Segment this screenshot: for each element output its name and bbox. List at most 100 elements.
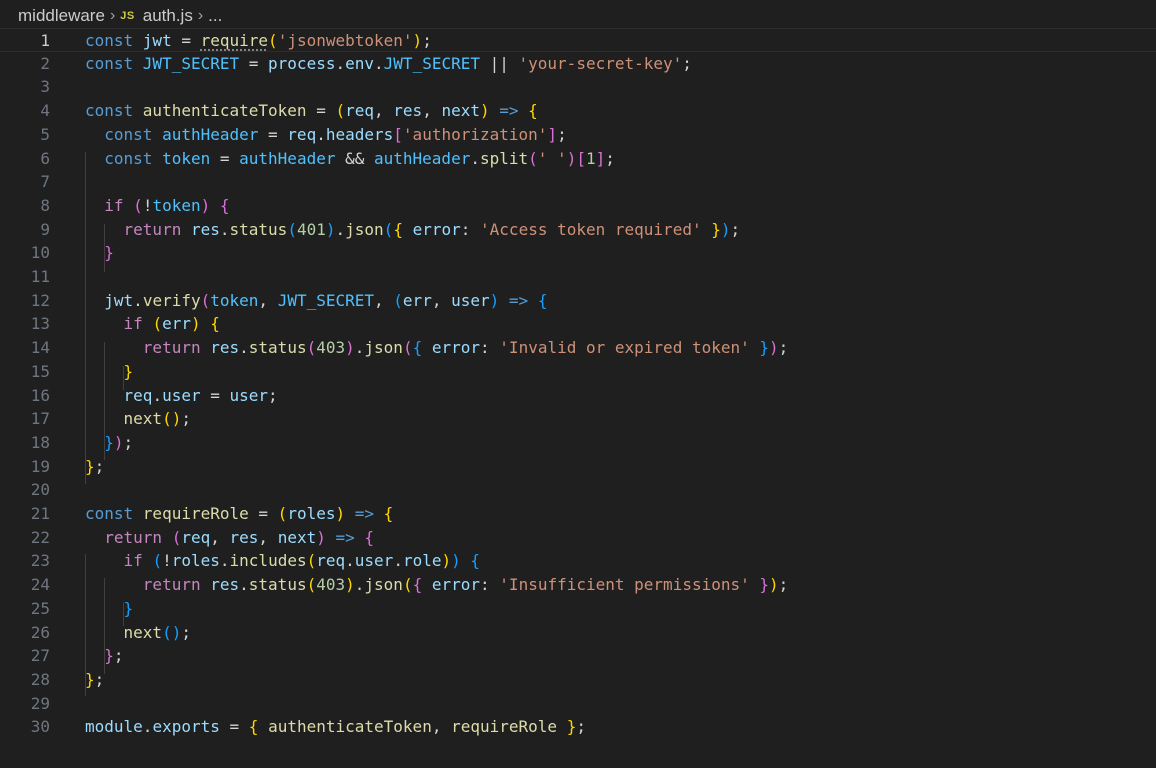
code-token: includes	[229, 551, 307, 571]
code-line[interactable]: 19};	[0, 455, 1156, 479]
code-token: )	[479, 101, 490, 121]
code-line[interactable]: 24 return res.status(403).json({ error: …	[0, 573, 1156, 597]
code-line[interactable]: 14 return res.status(403).json({ error: …	[0, 336, 1156, 360]
code-token: (	[171, 527, 182, 547]
code-token: requireRole	[142, 504, 249, 523]
javascript-file-icon: JS	[120, 10, 135, 22]
code-line[interactable]: 29	[0, 692, 1156, 716]
code-line[interactable]: 9 return res.status(401).json({ error: '…	[0, 218, 1156, 242]
code-line[interactable]: 30 module.exports = { authenticateToken, …	[0, 715, 1156, 739]
code-line[interactable]: 16 req.user = user;	[0, 384, 1156, 408]
code-token: 403	[316, 338, 346, 358]
code-token: req	[123, 385, 153, 405]
code-editor[interactable]: 1 const jwt = require('jsonwebtoken'); 2 co…	[0, 28, 1156, 768]
code-line[interactable]: 12 jwt.verify(token, JWT_SECRET, (err, u…	[0, 289, 1156, 313]
code-token: .	[335, 219, 346, 239]
code-token: 'authorization'	[402, 124, 548, 144]
code-line[interactable]: 8 if (!token) {	[0, 194, 1156, 218]
code-token: ;	[268, 385, 278, 405]
code-line[interactable]: 23 if (!roles.includes(req.user.role)) {	[0, 549, 1156, 573]
code-token: =	[258, 124, 288, 144]
code-line[interactable]: 5 const authHeader = req.headers['author…	[0, 123, 1156, 147]
code-token: env	[345, 53, 375, 73]
line-number: 11	[30, 267, 50, 286]
code-token: status	[248, 338, 307, 358]
breadcrumb-symbols[interactable]: ...	[208, 6, 222, 26]
line-number: 28	[30, 669, 50, 689]
code-line[interactable]: 1 const jwt = require('jsonwebtoken');	[0, 28, 1156, 52]
code-token: ,	[258, 527, 278, 547]
code-token: }	[759, 338, 770, 358]
code-text: }	[85, 597, 134, 621]
line-number: 26	[30, 622, 50, 642]
code-line[interactable]: 26 next();	[0, 621, 1156, 645]
code-token: 'jsonwebtoken'	[277, 31, 413, 50]
code-token: )	[345, 338, 355, 358]
code-token: }	[104, 243, 114, 263]
code-token: process	[268, 53, 336, 73]
code-token: (	[306, 551, 317, 571]
code-token: req	[287, 124, 317, 144]
line-number: 29	[30, 693, 50, 713]
code-line[interactable]: 18 });	[0, 431, 1156, 455]
code-token: authenticateToken	[268, 717, 432, 737]
breadcrumb-file[interactable]: auth.js	[143, 6, 193, 26]
code-token: const	[85, 101, 143, 121]
code-line[interactable]: 11	[0, 265, 1156, 289]
code-token: role	[402, 551, 442, 571]
code-token: )	[113, 432, 124, 452]
code-line[interactable]: 28};	[0, 668, 1156, 692]
code-line[interactable]: 10 }	[0, 241, 1156, 265]
code-token: const	[85, 53, 143, 73]
code-token: authHeader	[162, 124, 259, 144]
code-token: ,	[374, 290, 394, 310]
code-token: (	[277, 504, 288, 523]
code-text: next();	[85, 407, 191, 431]
code-text: const JWT_SECRET = process.env.JWT_SECRE…	[85, 52, 692, 76]
code-line[interactable]: 27 };	[0, 644, 1156, 668]
code-text: });	[85, 431, 133, 455]
code-token: res	[393, 101, 423, 121]
code-line[interactable]: 15 }	[0, 360, 1156, 384]
code-token: (	[402, 575, 413, 595]
code-line[interactable]: 21 const requireRole = (roles) => {	[0, 502, 1156, 526]
breadcrumb-folder[interactable]: middleware	[18, 6, 105, 26]
code-token: .	[239, 575, 249, 595]
code-line[interactable]: 17 next();	[0, 407, 1156, 431]
code-line[interactable]: 3	[0, 75, 1156, 99]
code-line[interactable]: 20	[0, 478, 1156, 502]
code-line[interactable]: 13 if (err) {	[0, 312, 1156, 336]
code-token: .	[133, 290, 143, 310]
line-number: 4	[40, 101, 50, 121]
code-token: 'Access token required'	[480, 219, 702, 239]
code-token: )	[345, 575, 355, 595]
code-line[interactable]: 22 return (req, res, next) => {	[0, 526, 1156, 550]
code-token: return	[142, 338, 211, 358]
code-text: };	[85, 455, 104, 479]
code-token: ,	[374, 101, 394, 121]
code-line[interactable]: 4 const authenticateToken = (req, res, ne…	[0, 99, 1156, 123]
code-token: =	[210, 148, 240, 168]
code-text: const authenticateToken = (req, res, nex…	[85, 99, 538, 123]
code-text: const token = authHeader && authHeader.s…	[85, 147, 615, 171]
code-token: )	[720, 219, 731, 239]
code-token: next	[123, 409, 163, 429]
code-token: exports	[152, 717, 220, 737]
line-number: 30	[30, 717, 50, 737]
code-token: {	[537, 290, 548, 310]
code-line[interactable]: 2 const JWT_SECRET = process.env.JWT_SECR…	[0, 52, 1156, 76]
code-line[interactable]: 7	[0, 170, 1156, 194]
code-line[interactable]: 6 const token = authHeader && authHeader…	[0, 147, 1156, 171]
code-token: =	[219, 717, 249, 737]
code-token: ;	[94, 456, 105, 476]
code-line[interactable]: 25 }	[0, 597, 1156, 621]
